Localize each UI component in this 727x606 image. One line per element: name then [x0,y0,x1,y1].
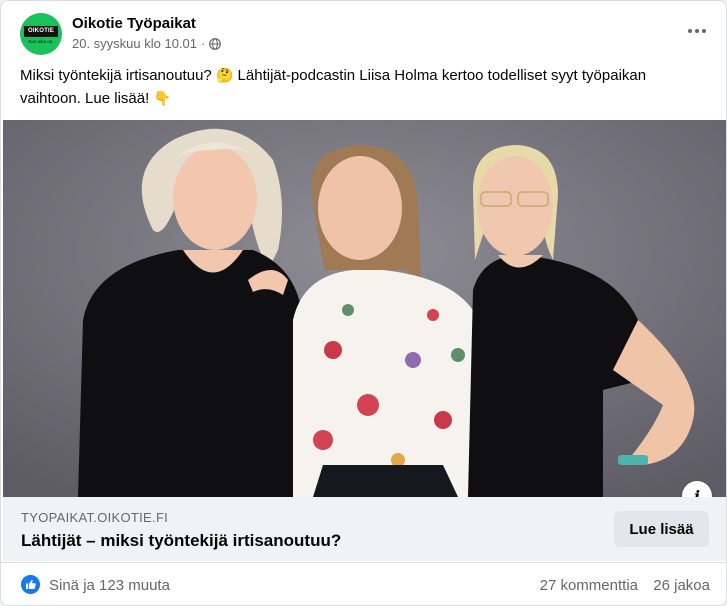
post-footer: Sinä ja 123 muuta 27 kommenttia 26 jakoa [1,562,726,605]
globe-icon [209,37,222,50]
page-name-link[interactable]: Oikotie Työpaikat [72,15,196,32]
pointing-down-emoji-icon: 👇 [153,90,171,106]
post-meta: 20. syyskuu klo 10.01 · [72,36,222,51]
shares-count[interactable]: 26 jakoa [653,577,710,594]
read-more-button[interactable]: Lue lisää [614,511,709,547]
link-title[interactable]: Lähtijät – miksi työntekijä irtisanoutuu… [21,531,341,551]
comments-count[interactable]: 27 kommenttia [540,577,638,594]
post-text-part1: Miksi työntekijä irtisanoutuu? [20,67,212,84]
post-text: Miksi työntekijä irtisanoutuu? 🤔 Lähtijä… [20,64,700,110]
post-card: OIKOTIE Kun aika on. Oikotie Työpaikat 2… [0,0,727,606]
post-header: OIKOTIE Kun aika on. Oikotie Työpaikat 2… [1,1,726,61]
link-preview[interactable]: TYOPAIKAT.OIKOTIE.FI Lähtijät – miksi ty… [3,497,726,561]
reactions-count[interactable]: Sinä ja 123 muuta [49,577,170,594]
post-photo[interactable] [3,120,726,497]
post-timestamp[interactable]: 20. syyskuu klo 10.01 [72,36,197,51]
link-domain: TYOPAIKAT.OIKOTIE.FI [21,510,169,525]
page-avatar[interactable]: OIKOTIE Kun aika on. [20,13,62,55]
logo-subtext: Kun aika on. [28,39,54,44]
photo-illustration [3,120,726,497]
logo-text: OIKOTIE [24,26,58,37]
like-icon[interactable] [21,575,40,594]
more-options-icon[interactable] [682,19,712,43]
thinking-emoji-icon: 🤔 [215,67,234,83]
meta-separator: · [201,36,206,51]
